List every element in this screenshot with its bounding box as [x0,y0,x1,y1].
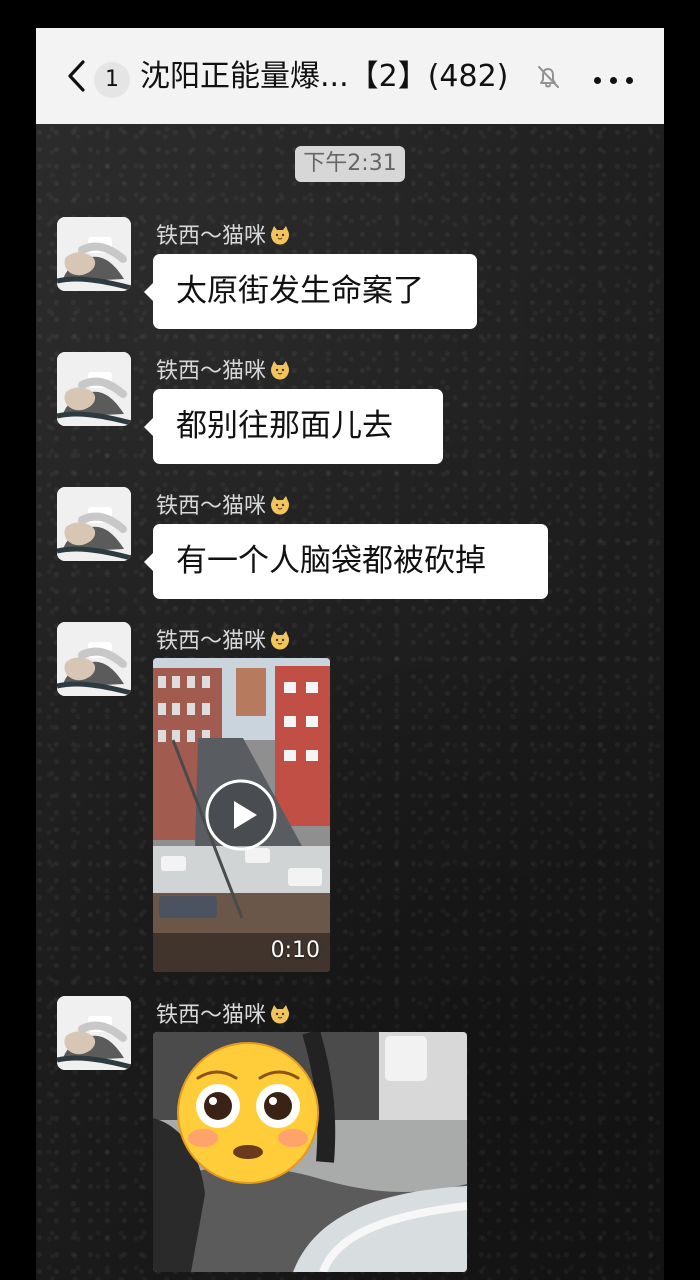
avatar[interactable] [57,622,131,696]
profile-photo [57,217,131,291]
more-dot [610,77,617,84]
more-horizontal-icon[interactable] [594,77,634,85]
chat-screen: 1 沈阳正能量爆...【2】(482) 下午2:31 铁西～猫咪 太原街发生命案… [36,28,664,1280]
message-bubble[interactable]: 有一个人脑袋都被砍掉 [144,524,548,599]
sender-name: 铁西～猫咪 [156,627,291,657]
profile-photo [57,622,131,696]
cat-emoji-icon [271,1005,290,1024]
message-bubble[interactable]: 太原街发生命案了 [144,254,477,329]
chevron-left-icon[interactable] [64,59,88,93]
message-bubble[interactable]: 都别往那面儿去 [144,389,443,464]
video-duration: 0:10 [270,938,320,963]
video-message-thumbnail[interactable]: 0:10 [153,658,330,972]
profile-photo [57,996,131,1070]
sender-name: 铁西～猫咪 [156,492,291,522]
chat-header: 1 沈阳正能量爆...【2】(482) [36,28,664,124]
cat-emoji-icon [271,361,290,380]
sender-name: 铁西～猫咪 [156,357,291,387]
avatar[interactable] [57,996,131,1070]
more-dot [594,77,601,84]
bell-off-icon [538,66,559,88]
play-icon[interactable] [205,779,277,851]
sender-name: 铁西～猫咪 [156,222,291,252]
avatar[interactable] [57,487,131,561]
flushed-face-emoji-icon [177,1042,319,1184]
cat-emoji-icon [271,226,290,245]
profile-photo [57,487,131,561]
image-message-thumbnail[interactable] [153,1032,467,1272]
unread-count-badge: 1 [94,62,130,98]
cat-emoji-icon [271,496,290,515]
sender-name: 铁西～猫咪 [156,1001,291,1031]
avatar[interactable] [57,352,131,426]
more-dot [626,77,633,84]
avatar[interactable] [57,217,131,291]
chat-title: 沈阳正能量爆...【2】(482) [140,59,509,94]
cat-emoji-icon [271,631,290,650]
message-timestamp: 下午2:31 [295,146,405,182]
profile-photo [57,352,131,426]
